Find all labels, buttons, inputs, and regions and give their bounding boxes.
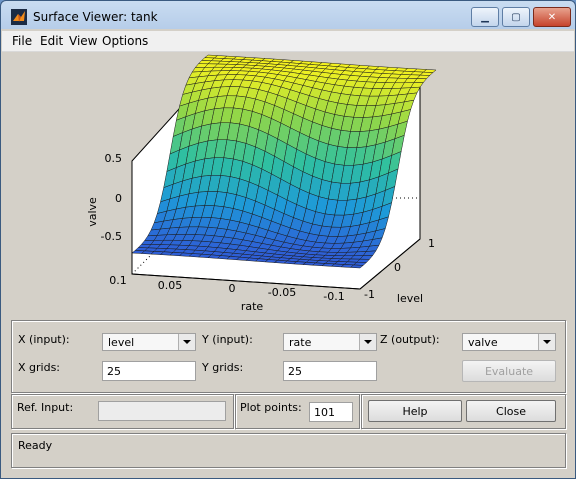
z-axis-label: valve [86,197,99,227]
y-input-select[interactable]: rate [283,333,377,351]
menu-file[interactable]: File [12,34,32,48]
matlab-icon [11,9,27,25]
menu-options[interactable]: Options [102,34,148,48]
z-axis-ticks: 0.5 0 -0.5 [101,152,122,243]
z-tick: 0.5 [105,152,123,165]
minimize-button[interactable]: ▁ [471,7,499,27]
status-text: Ready [18,439,53,452]
y-axis-label: level [397,292,423,305]
ref-input-panel: Ref. Input: [11,394,234,429]
plot-points-label: Plot points: [240,401,302,414]
x-grids-value: 25 [107,365,121,378]
menu-bar: File Edit View Options [2,31,574,52]
z-tick: 0 [115,192,122,205]
x-tick: -0.1 [323,290,344,303]
plot-points-input[interactable]: 101 [309,402,353,422]
buttons-panel: Help Close [361,394,566,429]
x-tick: 0.1 [109,274,127,287]
surface-plot-svg: 0.5 0 -0.5 valve 0.1 0.05 0 -0.05 -0.1 r… [86,54,437,313]
x-input-value: level [108,336,135,349]
close-icon: ✕ [547,11,557,23]
x-input-label: X (input): [18,333,70,346]
status-panel: Ready [11,433,566,468]
y-grids-input[interactable]: 25 [283,361,377,381]
y-tick: 1 [428,237,435,250]
z-tick: -0.5 [101,230,122,243]
menu-edit[interactable]: Edit [40,34,63,48]
y-input-label: Y (input): [202,333,253,346]
close-button[interactable]: Close [466,400,556,422]
ref-input-label: Ref. Input: [17,401,74,414]
x-grids-label: X grids: [18,361,61,374]
minimize-icon: ▁ [481,11,489,23]
surface-plot[interactable]: 0.5 0 -0.5 valve 0.1 0.05 0 -0.05 -0.1 r… [2,52,574,316]
menu-view[interactable]: View [69,34,97,48]
y-tick: 0 [394,261,401,274]
x-axis-label: rate [241,300,264,313]
maximize-icon: ▢ [511,11,521,23]
y-grids-value: 25 [288,365,302,378]
inputs-panel: X (input): level Y (input): rate Z (outp… [11,320,566,393]
y-tick: -1 [364,288,375,301]
window-title: Surface Viewer: tank [33,10,158,24]
maximize-button[interactable]: ▢ [502,7,530,27]
plot-points-value: 101 [314,406,335,419]
chevron-down-icon[interactable] [178,334,195,350]
x-grids-input[interactable]: 25 [102,361,196,381]
z-output-select[interactable]: valve [462,333,556,351]
client-area: 0.5 0 -0.5 valve 0.1 0.05 0 -0.05 -0.1 r… [2,52,574,478]
y-grids-label: Y grids: [202,361,244,374]
x-input-select[interactable]: level [102,333,196,351]
y-input-value: rate [289,336,312,349]
z-output-label: Z (output): [380,333,440,346]
title-bar[interactable]: Surface Viewer: tank ▁ ▢ ✕ [1,1,575,31]
x-tick: -0.05 [268,286,296,299]
z-output-value: valve [468,336,498,349]
surface-viewer-window: Surface Viewer: tank ▁ ▢ ✕ File Edit Vie… [0,0,576,479]
help-button[interactable]: Help [368,400,462,422]
close-window-button[interactable]: ✕ [533,7,571,27]
chevron-down-icon[interactable] [538,334,555,350]
x-tick: 0 [229,282,236,295]
evaluate-button[interactable]: Evaluate [462,360,556,382]
plot-points-panel: Plot points: 101 [235,394,360,429]
ref-input-field[interactable] [98,401,226,421]
chevron-down-icon[interactable] [359,334,376,350]
x-tick: 0.05 [158,279,183,292]
